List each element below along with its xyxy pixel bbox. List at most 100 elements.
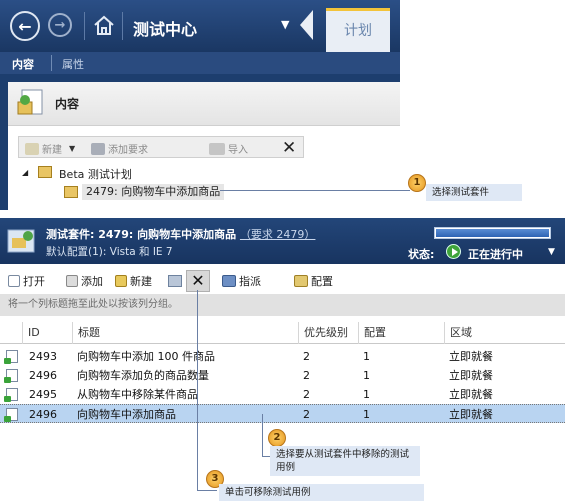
column-title[interactable]: 标题 — [72, 322, 298, 344]
table-row[interactable]: 2493 向购物车中添加 100 件商品 2 1 立即就餐 — [0, 347, 565, 366]
new-button[interactable]: 新建 ▼ — [25, 141, 75, 156]
collapse-arrow-icon[interactable] — [300, 10, 313, 40]
home-icon — [94, 15, 114, 35]
divider — [84, 12, 85, 40]
state-value[interactable]: 正在进行中 — [468, 246, 523, 262]
collapse-toggle-icon[interactable]: ◢ — [22, 168, 28, 177]
configure-button[interactable]: 配置 — [294, 273, 333, 289]
content-header: 内容 — [8, 82, 400, 126]
row-area: 立即就餐 — [449, 388, 493, 401]
import-label: 导入 — [228, 145, 248, 156]
new-label: 新建 — [42, 145, 62, 156]
callout-badge: 2 — [268, 429, 286, 447]
remove-icon[interactable]: ✕ — [282, 138, 296, 158]
new-test-case-button[interactable]: 新建 — [115, 273, 152, 289]
home-button[interactable] — [92, 13, 116, 40]
tab-plan[interactable]: 计划 — [326, 8, 390, 52]
column-priority[interactable]: 优先级别 — [298, 322, 358, 344]
tree-root[interactable]: Beta 测试计划 — [59, 166, 132, 182]
folder-icon — [38, 166, 52, 178]
row-title: 从购物车中移除某件商品 — [77, 388, 198, 401]
add-requirements-label: 添加要求 — [108, 145, 148, 156]
test-case-icon — [4, 369, 18, 383]
open-button[interactable]: 打开 — [8, 273, 45, 289]
suite-header: 测试套件: 2479: 向购物车中添加商品 （要求 2479） 默认配置(1):… — [0, 218, 565, 264]
open-label: 打开 — [23, 275, 45, 288]
new-test-case-icon — [115, 275, 127, 287]
forward-arrow-icon: → — [54, 17, 66, 33]
callout-1-text: 选择测试套件 — [426, 184, 522, 201]
row-title: 向购物车添加负的商品数量 — [77, 369, 209, 382]
column-area[interactable]: 区域 — [444, 322, 565, 344]
state-dropdown-icon[interactable]: ▼ — [548, 247, 555, 257]
import-button[interactable]: 导入 — [209, 141, 248, 156]
callout-2-text: 选择要从测试套件中移除的测试用例 — [270, 446, 420, 476]
add-requirements-button[interactable]: 添加要求 — [91, 141, 148, 156]
callout-2: 2 — [268, 429, 286, 447]
new-icon — [25, 142, 39, 155]
forward-button[interactable]: → — [48, 13, 72, 37]
row-config: 1 — [363, 408, 370, 421]
test-case-icon — [4, 350, 18, 364]
row-priority: 2 — [303, 408, 310, 421]
row-priority: 2 — [303, 369, 310, 382]
suite-title-prefix: 测试套件: — [46, 228, 95, 241]
callout-line — [197, 490, 217, 491]
progress-fill — [436, 229, 549, 237]
requirement-link[interactable]: （要求 2479） — [240, 228, 316, 241]
content-icon — [16, 88, 46, 118]
assign-button[interactable]: 指派 — [222, 273, 261, 289]
nav-title: 测试中心 — [133, 20, 198, 39]
callout-line — [197, 290, 198, 490]
remove-test-case-button[interactable]: ✕ — [186, 270, 210, 292]
back-button[interactable]: ← — [10, 11, 40, 41]
subtabs: 内容 属性 — [0, 52, 400, 74]
tree-node-selected[interactable]: 2479: 向购物车中添加商品 — [82, 184, 225, 200]
test-case-icon — [4, 408, 18, 422]
suite-icon — [64, 186, 78, 198]
suite-title-text: 2479: 向购物车中添加商品 — [98, 228, 237, 241]
row-config: 1 — [363, 350, 370, 363]
table-row-selected[interactable]: 2496 向购物车中添加商品 2 1 立即就餐 — [0, 404, 565, 423]
add-label: 添加 — [81, 275, 103, 288]
test-center-window: ← → 测试中心 ▼ 计划 内容 属性 内容 新建 ▼ 添加要求 导入 ✕ ◢ … — [0, 0, 400, 210]
column-id[interactable]: ID — [22, 322, 72, 344]
open-icon — [8, 275, 20, 287]
add-requirements-icon — [91, 142, 105, 155]
copy-icon[interactable] — [168, 275, 182, 287]
new-test-case-label: 新建 — [130, 275, 152, 288]
state-label: 状态: — [408, 248, 435, 261]
column-config[interactable]: 配置 — [358, 322, 444, 344]
dropdown-arrow-icon: ▼ — [69, 144, 76, 153]
row-title: 向购物车中添加 100 件商品 — [77, 350, 215, 363]
suite-progress-bar — [434, 227, 551, 239]
assign-icon — [222, 275, 236, 287]
row-config: 1 — [363, 388, 370, 401]
test-suite-panel: 测试套件: 2479: 向购物车中添加商品 （要求 2479） 默认配置(1):… — [0, 218, 565, 430]
configure-icon — [294, 275, 308, 287]
group-by-bar[interactable]: 将一个列标题拖至此处以按该列分组。 — [0, 294, 565, 316]
callout-badge: 1 — [408, 174, 426, 192]
nav-dropdown-icon[interactable]: ▼ — [281, 18, 289, 31]
tab-properties[interactable]: 属性 — [62, 56, 84, 72]
divider — [51, 55, 52, 71]
divider — [122, 12, 123, 40]
table-row[interactable]: 2495 从购物车中移除某件商品 2 1 立即就餐 — [0, 385, 565, 404]
configure-label: 配置 — [311, 275, 333, 288]
suite-header-icon — [6, 226, 38, 256]
in-progress-icon — [446, 244, 461, 259]
add-icon — [66, 275, 78, 287]
table-row[interactable]: 2496 向购物车添加负的商品数量 2 1 立即就餐 — [0, 366, 565, 385]
content-heading: 内容 — [55, 97, 80, 111]
tab-content[interactable]: 内容 — [12, 56, 34, 72]
callout-line — [262, 414, 263, 456]
row-priority: 2 — [303, 388, 310, 401]
row-title: 向购物车中添加商品 — [77, 408, 176, 421]
row-id: 2496 — [29, 369, 57, 382]
row-id: 2496 — [29, 408, 57, 421]
default-config: 默认配置(1): Vista 和 IE 7 — [46, 246, 173, 258]
row-id: 2495 — [29, 388, 57, 401]
row-area: 立即就餐 — [449, 350, 493, 363]
add-button[interactable]: 添加 — [66, 273, 103, 289]
callout-line — [220, 190, 410, 191]
